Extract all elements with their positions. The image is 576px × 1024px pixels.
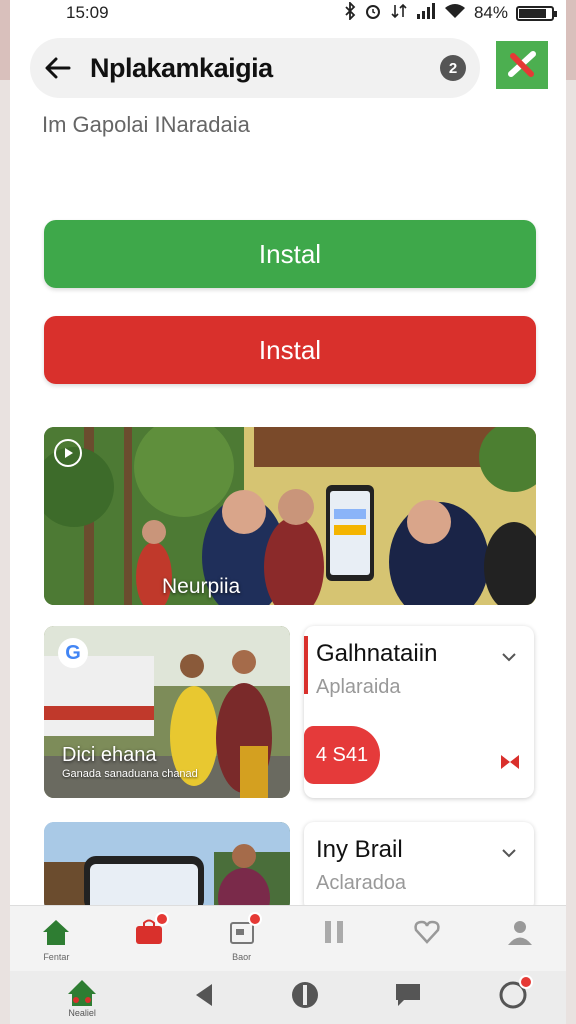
chevron-down-icon[interactable] [500,648,518,666]
nav-shop[interactable] [109,911,189,962]
data-icon [390,2,408,25]
card-photo [44,822,290,912]
hero-caption: Neurpiia [162,575,241,598]
status-bar: 15:09 84% [10,0,566,26]
page-subtitle: Im Gapolai INaradaia [42,112,250,137]
signal-icon [416,2,436,24]
wifi-icon [444,3,466,24]
heart-icon [411,916,443,948]
app-logo[interactable] [496,41,548,89]
page-title: Nplakamkaigia [90,52,273,83]
nav-label: Fentar [43,951,70,962]
alarm-icon [364,2,382,25]
status-time: 15:09 [66,3,109,22]
card-image-caption: Dici ehana [62,744,157,766]
play-icon[interactable] [54,439,82,467]
system-nav-bar: Nealiel [10,971,566,1024]
nav-calendar[interactable]: Baor [202,911,282,962]
install-button-red[interactable]: Instal [44,316,536,384]
chevron-down-icon[interactable] [500,844,518,862]
nav-profile[interactable] [480,916,560,962]
app-bar: Nplakamkaigia 2 [30,38,480,98]
app-card[interactable]: Iny Brail Aclaradoa [304,822,534,912]
nav-pause[interactable] [294,916,374,962]
battery-icon [516,5,557,21]
install-button-green[interactable]: Instal [44,220,536,288]
battery-percent: 84% [473,3,508,22]
bluetooth-icon [344,0,356,25]
chat-icon[interactable] [394,982,422,1013]
nav-label: Baor [232,951,252,962]
phone-screen: 15:09 84% Nplakamkaigia 2 Im Gapolai INa… [10,0,566,1024]
notification-badge [154,911,169,926]
price-badge[interactable]: 4 S41 [304,726,380,784]
app-card[interactable]: Galhnataiin Aplaraida 4 S41 [304,626,534,798]
app-shortcut[interactable]: Nealiel [47,978,117,1018]
card-title: Iny Brail [316,836,403,863]
hero-image [44,427,536,605]
calendar-icon [226,911,262,948]
help-icon[interactable]: 2 [440,55,466,81]
red-accent [304,636,308,694]
card-title: Galhnataiin [316,640,438,667]
card-image-subcaption: Ganada sanaduana chanad [62,768,198,780]
bottom-nav: Fentar Baor [10,905,566,971]
card-image[interactable] [44,822,290,912]
nav-home[interactable]: Fentar [16,916,96,962]
back-arrow-icon[interactable] [44,54,72,82]
pause-icon [318,916,350,948]
bookmark-icon[interactable] [500,754,520,770]
card-subtitle: Aplaraida [316,676,401,698]
app-shortcut-icon [68,979,97,1006]
notification-badge [247,911,262,926]
refresh-icon[interactable] [497,975,533,1016]
nav-favorites[interactable] [387,916,467,962]
notification-badge [518,975,533,989]
hero-banner[interactable]: Neurpiia [44,427,536,605]
shop-bag-icon [133,911,169,948]
home-circle-icon[interactable] [290,980,320,1015]
app-shortcut-label: Nealiel [68,1007,96,1018]
profile-icon [504,916,536,948]
status-icons: 84% [344,0,557,25]
back-triangle-icon[interactable] [192,982,216,1013]
card-image[interactable]: G Dici ehana Ganada sanaduana chanad [44,626,290,798]
left-edge [0,0,10,80]
right-edge [566,0,576,80]
google-logo-icon: G [58,638,88,668]
home-icon [40,916,72,948]
card-subtitle: Aclaradoa [316,872,407,894]
